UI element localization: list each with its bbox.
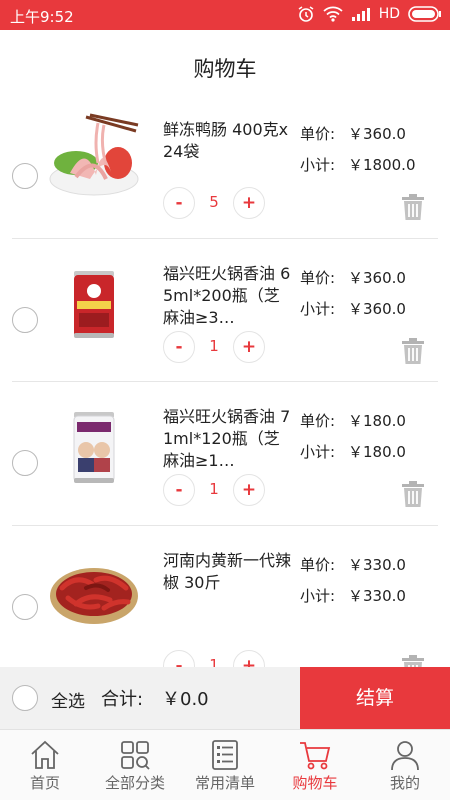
- network-label: HD: [378, 6, 400, 22]
- user-icon: [391, 741, 419, 771]
- bottom-tab-bar: 首页 全部分类 常用清单 购物车 我的: [0, 729, 450, 800]
- duck-intestine-image: [49, 113, 139, 196]
- increase-quantity-button[interactable]: +: [233, 330, 265, 363]
- cart-item: 鲜冻鸭肠 400克x24袋 单价: ￥360.0 小计: ￥1800.0 - 5…: [0, 95, 450, 239]
- unit-price-value: ￥360.0: [348, 125, 406, 143]
- select-all-label[interactable]: 全选: [51, 687, 85, 712]
- subtotal-label: 小计:: [300, 443, 336, 461]
- title-bar: 购物车: [0, 30, 450, 100]
- home-icon: [31, 740, 59, 769]
- product-name[interactable]: 福兴旺火锅香油 65ml*200瓶（芝麻油≥3…: [163, 263, 293, 329]
- unit-price-value: ￥360.0: [348, 268, 406, 287]
- select-all-radio[interactable]: [12, 685, 38, 711]
- item-select-radio[interactable]: [12, 450, 38, 476]
- quantity-value: 5: [209, 193, 219, 211]
- total-value: ￥0.0: [162, 689, 209, 710]
- trash-icon[interactable]: [401, 480, 425, 508]
- category-grid-icon: [121, 741, 150, 770]
- alarm-icon: [297, 5, 315, 23]
- status-time: 上午9:52: [10, 8, 74, 26]
- unit-price-value: ￥180.0: [348, 412, 406, 430]
- signal-icon: [351, 7, 371, 21]
- quantity-stepper: - 5 +: [163, 187, 267, 221]
- quantity-stepper: - 1 +: [163, 330, 267, 365]
- checkout-bar: 全选 合计: ￥0.0 结算: [0, 667, 450, 729]
- decrease-quantity-button[interactable]: -: [163, 330, 195, 363]
- unit-price-label: 单价:: [300, 268, 336, 287]
- tab-mine[interactable]: 我的: [360, 730, 450, 800]
- trash-icon[interactable]: [401, 337, 425, 365]
- subtotal-value: ￥1800.0: [348, 156, 416, 174]
- total-label: 合计:: [101, 689, 144, 710]
- cart-item: 福兴旺火锅香油 65ml*200瓶（芝麻油≥3… 单价: ￥360.0 小计: …: [0, 239, 450, 382]
- status-bar: 上午9:52 HD: [0, 0, 450, 30]
- checkout-button[interactable]: 结算: [300, 667, 450, 729]
- page-title: 购物车: [193, 57, 257, 81]
- unit-price-label: 单价:: [300, 125, 336, 143]
- item-select-radio[interactable]: [12, 593, 38, 620]
- product-image[interactable]: [46, 400, 142, 490]
- subtotal-label: 小计:: [300, 299, 336, 318]
- cart-icon: [300, 742, 331, 770]
- increase-quantity-button[interactable]: +: [233, 474, 265, 506]
- product-image[interactable]: [46, 544, 142, 634]
- tab-all-categories[interactable]: 全部分类: [90, 730, 180, 800]
- sesame-oil-can-white-image: [73, 412, 115, 483]
- status-icons: HD: [297, 5, 442, 23]
- unit-price-value: ￥330.0: [348, 555, 406, 574]
- tab-label: 购物车: [292, 774, 338, 792]
- unit-price-label: 单价:: [300, 555, 336, 574]
- product-image[interactable]: [46, 257, 142, 347]
- tab-label: 全部分类: [104, 774, 165, 792]
- cart-item: 河南内黄新一代辣椒 30斤 单价: ￥330.0 小计: ￥330.0 - 1 …: [0, 526, 450, 682]
- quantity-value: 1: [209, 480, 219, 498]
- decrease-quantity-button[interactable]: -: [163, 474, 195, 506]
- increase-quantity-button[interactable]: +: [233, 187, 265, 219]
- subtotal-value: ￥360.0: [348, 299, 406, 318]
- subtotal-value: ￥180.0: [348, 443, 406, 461]
- list-icon: [212, 740, 238, 770]
- tab-cart[interactable]: 购物车: [270, 730, 360, 800]
- product-name[interactable]: 鲜冻鸭肠 400克x24袋: [163, 119, 293, 163]
- subtotal-label: 小计:: [300, 586, 336, 605]
- quantity-stepper: - 1 +: [163, 474, 267, 508]
- tab-home[interactable]: 首页: [0, 730, 90, 800]
- item-select-radio[interactable]: [12, 163, 38, 189]
- wifi-icon: [323, 6, 343, 22]
- decrease-quantity-button[interactable]: -: [163, 187, 195, 219]
- product-name[interactable]: 福兴旺火锅香油 71ml*120瓶（芝麻油≥1…: [163, 406, 293, 472]
- item-select-radio[interactable]: [12, 306, 38, 333]
- cart-list: 鲜冻鸭肠 400克x24袋 单价: ￥360.0 小计: ￥1800.0 - 5…: [0, 95, 450, 682]
- tab-label: 我的: [389, 774, 420, 792]
- unit-price-label: 单价:: [300, 412, 336, 430]
- product-image[interactable]: [46, 113, 142, 203]
- product-name[interactable]: 河南内黄新一代辣椒 30斤: [163, 550, 293, 594]
- quantity-value: 1: [209, 336, 219, 355]
- sesame-oil-can-red-image: [74, 270, 114, 338]
- battery-icon: [408, 6, 442, 22]
- tab-label: 常用清单: [194, 774, 255, 792]
- dried-chili-image: [50, 567, 138, 624]
- cart-item: 福兴旺火锅香油 71ml*120瓶（芝麻油≥1… 单价: ￥180.0 小计: …: [0, 382, 450, 526]
- subtotal-label: 小计:: [300, 156, 336, 174]
- trash-icon[interactable]: [401, 193, 425, 221]
- tab-label: 首页: [29, 774, 60, 792]
- subtotal-value: ￥330.0: [348, 586, 406, 605]
- tab-common-list[interactable]: 常用清单: [180, 730, 270, 800]
